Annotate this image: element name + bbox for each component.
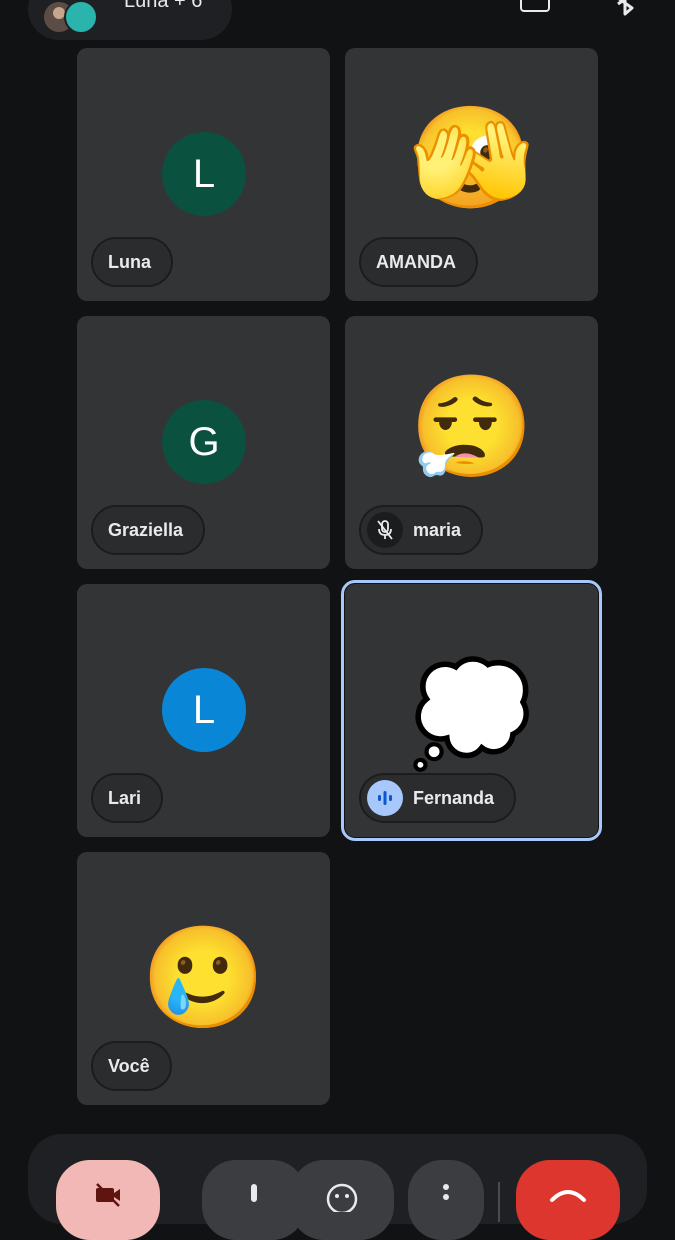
avatar: L (162, 668, 246, 752)
avatar (64, 0, 98, 34)
switch-camera-icon[interactable] (518, 0, 554, 20)
face-exhaling-emoji: 😮‍💨 (409, 372, 534, 484)
mic-icon (251, 1184, 257, 1202)
camera-toggle-button[interactable] (56, 1160, 160, 1240)
participant-tile-fernanda[interactable]: 💭 Fernanda (341, 580, 602, 841)
participant-name: Fernanda (413, 787, 495, 808)
divider (498, 1182, 500, 1222)
participant-name: Você (108, 1055, 150, 1076)
participant-tile-self[interactable]: 🥲 Você (77, 852, 330, 1105)
call-info-pill[interactable]: Luna + 6 (28, 0, 232, 40)
participant-avatars (42, 0, 102, 34)
avatar: G (162, 400, 246, 484)
participant-name: AMANDA (376, 251, 456, 272)
call-title: Luna + 6 (124, 0, 203, 12)
emoji-reaction-button[interactable] (290, 1160, 394, 1240)
bluetooth-icon[interactable] (610, 0, 646, 20)
participant-name-chip: Graziella (91, 505, 206, 555)
participant-name: maria (413, 519, 462, 540)
participant-tile-graziella[interactable]: G Graziella (77, 316, 330, 569)
participant-tile-luna[interactable]: L Luna (77, 48, 330, 301)
call-controls-bar (28, 1134, 647, 1240)
thought-balloon-emoji: 💭 (409, 658, 534, 770)
participant-name-chip: Fernanda (359, 773, 517, 823)
camera-off-icon (96, 1183, 120, 1207)
participant-name-chip: Você (91, 1041, 172, 1091)
participant-name-chip: Luna (91, 237, 173, 287)
emoji-reaction-icon (326, 1183, 358, 1212)
participant-name: Lari (108, 787, 142, 808)
participant-name-chip: AMANDA (359, 237, 478, 287)
participant-name-chip: maria (359, 505, 484, 555)
more-options-icon (443, 1184, 449, 1200)
end-call-button[interactable] (516, 1160, 620, 1240)
participant-name-chip: Lari (91, 773, 164, 823)
more-options-button[interactable] (408, 1160, 484, 1240)
speaking-indicator-icon (367, 780, 403, 816)
mic-off-icon (367, 512, 403, 548)
participant-name: Luna (108, 251, 151, 272)
top-bar: Luna + 6 (0, 0, 675, 48)
participant-name: Graziella (108, 519, 184, 540)
participant-tile-amanda[interactable]: 🫣 AMANDA (345, 48, 598, 301)
participant-tile-maria[interactable]: 😮‍💨 maria (345, 316, 598, 569)
face-peeking-emoji: 🫣 (409, 102, 534, 214)
end-call-icon (550, 1190, 586, 1202)
participant-tile-lari[interactable]: L Lari (77, 584, 330, 837)
smiling-tear-emoji: 🥲 (141, 922, 266, 1034)
avatar: L (162, 132, 246, 216)
